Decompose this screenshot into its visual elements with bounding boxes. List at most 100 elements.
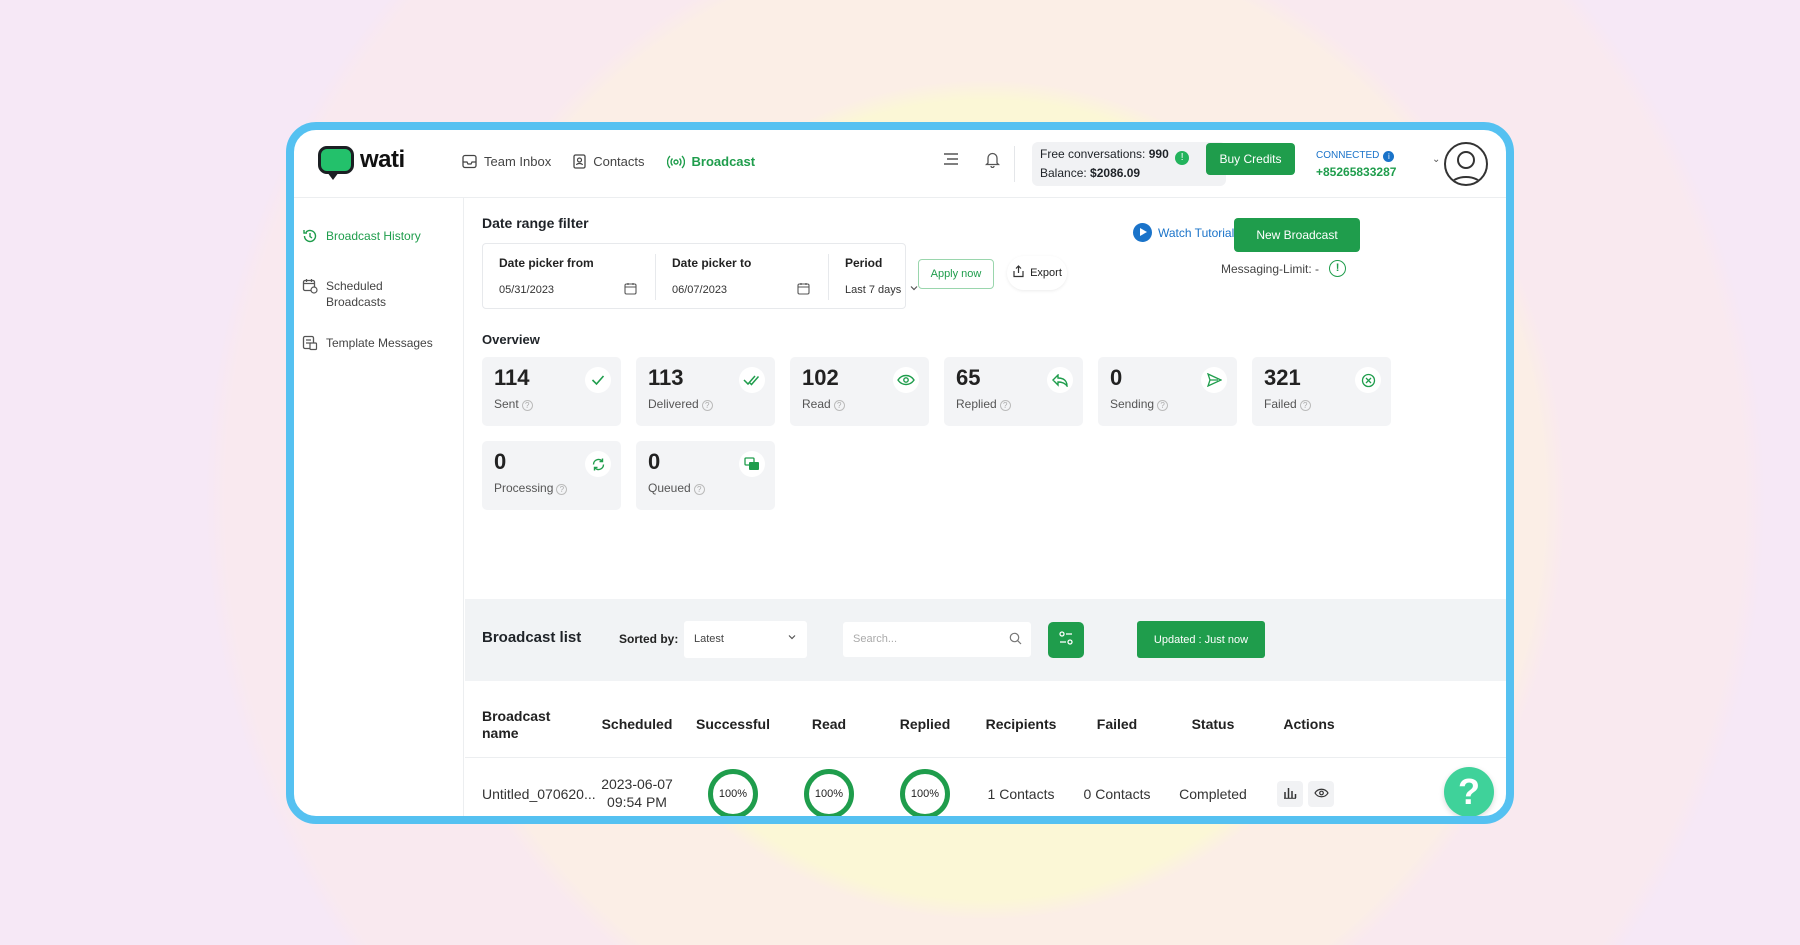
stat-card-delivered: 113 Delivered? (636, 357, 775, 426)
balance-box: Free conversations: 990 ! Balance: $2086… (1032, 142, 1226, 186)
recipients-cell: 1 Contacts (987, 786, 1055, 802)
send-icon (1201, 367, 1227, 393)
export-label: Export (1030, 267, 1062, 279)
help-button[interactable]: ? (1444, 767, 1494, 816)
logo-bubble-icon (318, 146, 354, 180)
nav-contacts[interactable]: Contacts (573, 154, 645, 169)
column-header[interactable]: Actions (1254, 716, 1364, 732)
main-nav: Team Inbox Contacts Broadcast (462, 154, 755, 169)
stat-card-replied: 65 Replied? (944, 357, 1083, 426)
help-icon[interactable]: ? (1157, 400, 1169, 411)
stat-label: Sent? (494, 397, 609, 411)
chevron-down-icon[interactable]: ⌄ (1432, 154, 1440, 165)
eye-icon (893, 367, 919, 393)
queue-icon (739, 451, 765, 477)
help-icon[interactable]: ? (693, 484, 705, 495)
period-label: Period (845, 256, 883, 270)
calendar-clock-icon (302, 278, 318, 297)
table-header: Broadcast name Scheduled Successful Read… (465, 698, 1506, 758)
column-header[interactable]: Replied (870, 716, 980, 732)
stat-card-read: 102 Read? (790, 357, 929, 426)
replied-ring: 100% (900, 769, 950, 816)
period-value: Last 7 days (845, 284, 902, 296)
period-select[interactable]: Period Last 7 days (829, 244, 929, 310)
help-icon[interactable]: ? (999, 400, 1011, 411)
bell-icon[interactable] (984, 151, 1001, 173)
stat-card-sending: 0 Sending? (1098, 357, 1237, 426)
stat-label: Failed? (1264, 397, 1379, 411)
watch-tutorial-label: Watch Tutorial (1158, 225, 1235, 240)
connected-info-icon[interactable]: i (1383, 151, 1395, 162)
nav-contacts-label: Contacts (593, 154, 645, 169)
bar-chart-icon (1283, 785, 1297, 804)
stat-label: Sending? (1110, 397, 1225, 411)
date-picker-to[interactable]: Date picker to 06/07/2023 (656, 244, 828, 310)
stat-card-failed: 321 Failed? (1252, 357, 1391, 426)
calendar-icon[interactable] (797, 282, 810, 298)
check-icon (585, 367, 611, 393)
nav-team-inbox[interactable]: Team Inbox (462, 154, 551, 169)
sidebar-item-label: Broadcast History (326, 229, 421, 243)
info-icon[interactable]: ! (1175, 151, 1190, 165)
menu-icon[interactable] (943, 152, 959, 171)
sorted-by-label: Sorted by: (619, 632, 679, 646)
table-row[interactable]: Untitled_070620... 2023-06-07 09:54 PM 1… (465, 759, 1506, 816)
logo-text: wati (360, 146, 405, 173)
column-header[interactable]: Recipients (966, 716, 1076, 732)
filter-button[interactable] (1048, 622, 1084, 658)
column-header[interactable]: Failed (1062, 716, 1172, 732)
updated-status-button[interactable]: Updated : Just now (1137, 621, 1265, 658)
column-header[interactable]: Read (774, 716, 884, 732)
help-icon[interactable]: ? (556, 484, 568, 495)
help-icon[interactable]: ? (833, 400, 845, 411)
double-check-icon (739, 367, 765, 393)
phone-number: +85265833287 (1316, 165, 1397, 179)
question-icon: ? (1458, 771, 1480, 812)
contacts-icon (573, 154, 586, 169)
nav-broadcast-label: Broadcast (691, 154, 756, 169)
scheduled-date: 2023-06-07 (601, 776, 673, 792)
stat-label: Read? (802, 397, 917, 411)
new-broadcast-button[interactable]: New Broadcast (1234, 218, 1360, 252)
broadcast-name[interactable]: Untitled_070620... (482, 786, 596, 802)
analytics-button[interactable] (1277, 781, 1303, 807)
free-conversations: Free conversations: 990 ! (1040, 146, 1218, 165)
template-icon (302, 335, 318, 354)
watch-tutorial-link[interactable]: Watch Tutorial (1133, 223, 1234, 242)
column-header[interactable]: Successful (678, 716, 788, 732)
sidebar-item-template-messages[interactable]: Template Messages (302, 335, 433, 354)
buy-credits-button[interactable]: Buy Credits (1206, 143, 1295, 175)
date-picker-from[interactable]: Date picker from 05/31/2023 (483, 244, 655, 310)
sort-select[interactable]: Latest (684, 621, 807, 658)
reply-icon (1047, 367, 1073, 393)
sidebar-item-scheduled-broadcasts[interactable]: Scheduled Broadcasts (302, 278, 422, 310)
free-conversations-value: 990 (1148, 147, 1169, 161)
filter-icon (1058, 630, 1074, 651)
broadcast-list-toolbar: Broadcast list Sorted by: Latest Search.… (465, 599, 1506, 681)
help-icon[interactable]: ? (701, 400, 713, 411)
date-to-value: 06/07/2023 (672, 284, 728, 296)
date-to-label: Date picker to (672, 256, 752, 270)
help-icon[interactable]: ? (1299, 400, 1311, 411)
search-icon[interactable] (1009, 632, 1022, 648)
date-from-value: 05/31/2023 (499, 284, 555, 296)
calendar-icon[interactable] (624, 282, 637, 298)
nav-broadcast[interactable]: Broadcast (666, 154, 756, 169)
alert-icon[interactable]: ! (1329, 260, 1347, 277)
apply-now-button[interactable]: Apply now (918, 259, 994, 289)
stat-card-queued: 0 Queued? (636, 441, 775, 510)
view-button[interactable] (1308, 781, 1334, 807)
stat-label: Replied? (956, 397, 1071, 411)
column-header[interactable]: Status (1158, 716, 1268, 732)
column-header[interactable]: Scheduled (582, 716, 692, 732)
avatar[interactable] (1444, 142, 1488, 186)
export-icon (1012, 265, 1025, 281)
wati-logo[interactable]: wati (318, 146, 405, 180)
sidebar-item-broadcast-history[interactable]: Broadcast History (302, 228, 421, 247)
help-icon[interactable]: ? (521, 400, 533, 411)
column-header[interactable]: Broadcast name (482, 708, 582, 742)
app-window: wati Team Inbox Contacts Broadcast Free … (286, 122, 1514, 824)
export-button[interactable]: Export (1007, 256, 1067, 290)
search-input[interactable]: Search... (843, 622, 1031, 657)
balance-value: $2086.09 (1090, 166, 1141, 180)
